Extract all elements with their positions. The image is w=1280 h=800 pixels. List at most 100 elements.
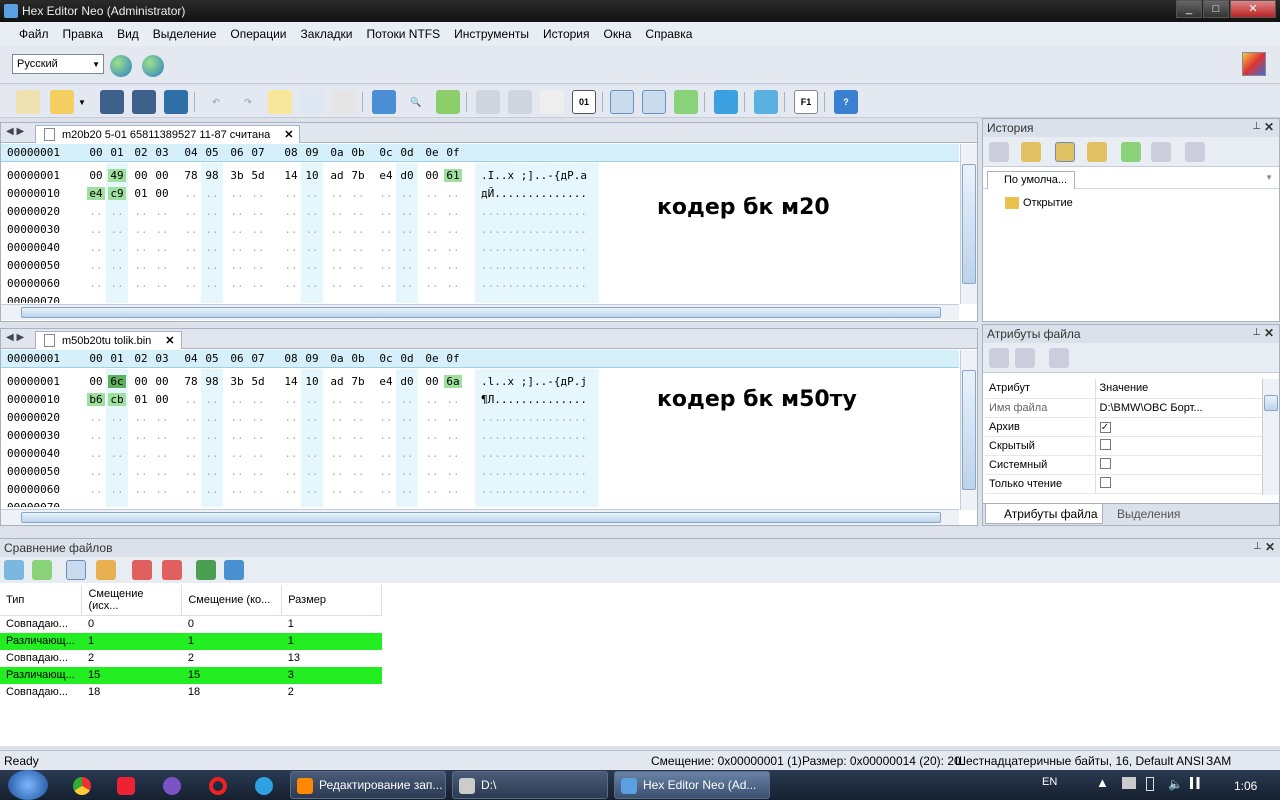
hex-byte[interactable]: .. <box>328 393 346 406</box>
menu-help[interactable]: Справка <box>645 27 692 41</box>
menu-view[interactable]: Вид <box>117 27 139 41</box>
hex-byte[interactable]: .. <box>132 483 150 496</box>
hex-byte[interactable]: .. <box>108 205 126 218</box>
help-book-icon[interactable]: ? <box>834 90 858 114</box>
task-browser[interactable]: Редактирование зап... <box>290 771 446 799</box>
hex-byte[interactable]: .. <box>398 223 416 236</box>
hex-byte[interactable]: .. <box>203 223 221 236</box>
hex-byte[interactable]: .. <box>377 205 395 218</box>
keyboard-language[interactable]: EN <box>1042 776 1057 788</box>
ascii-text[interactable]: ................ <box>481 259 587 272</box>
save-as-icon[interactable] <box>164 90 188 114</box>
hex-byte[interactable]: .. <box>398 187 416 200</box>
hex-byte[interactable]: .. <box>349 483 367 496</box>
hex-byte[interactable]: .. <box>328 241 346 254</box>
hex-byte[interactable]: .. <box>108 501 126 507</box>
clock[interactable]: 1:06 <box>1234 779 1257 793</box>
hex-byte[interactable]: .. <box>249 447 267 460</box>
hex-byte[interactable]: 98 <box>203 375 221 388</box>
hex-byte[interactable]: .. <box>444 411 462 424</box>
menu-edit[interactable]: Правка <box>63 27 104 41</box>
hex-byte[interactable]: .. <box>228 223 246 236</box>
hex-byte[interactable]: e4 <box>87 187 105 200</box>
hex-byte[interactable]: 6a <box>444 375 462 388</box>
tab-nav-arrows-icon[interactable]: ◀ ▶ <box>6 332 24 343</box>
hex-byte[interactable]: .. <box>182 205 200 218</box>
f1-help-icon[interactable]: F1 <box>794 90 818 114</box>
battery-icon[interactable] <box>1146 777 1154 791</box>
hex-byte[interactable]: .. <box>182 295 200 303</box>
hex-byte[interactable]: 10 <box>303 169 321 182</box>
hex-byte[interactable]: .. <box>249 205 267 218</box>
hex-byte[interactable]: .. <box>282 483 300 496</box>
hex-byte[interactable]: .. <box>303 447 321 460</box>
ascii-text[interactable]: ................ <box>481 295 587 303</box>
hex-byte[interactable]: .. <box>228 259 246 272</box>
chevron-down-icon[interactable]: ▼ <box>76 90 88 114</box>
edit-notes-icon[interactable] <box>268 90 292 114</box>
hex-byte[interactable]: 00 <box>423 169 441 182</box>
compare-next-icon[interactable] <box>162 560 182 580</box>
compare-export-icon[interactable] <box>32 560 52 580</box>
hex-byte[interactable]: .. <box>153 501 171 507</box>
hex-byte[interactable]: 7b <box>349 169 367 182</box>
hex-byte[interactable]: .. <box>87 465 105 478</box>
hex-byte[interactable]: .. <box>203 187 221 200</box>
app-red-icon[interactable] <box>117 777 135 795</box>
task-explorer[interactable]: D:\ <box>452 771 608 799</box>
hex-byte[interactable]: .. <box>444 447 462 460</box>
hex-byte[interactable]: .. <box>132 465 150 478</box>
hex-byte[interactable]: .. <box>108 259 126 272</box>
hex-byte[interactable]: .. <box>423 295 441 303</box>
hex-byte[interactable]: .. <box>87 483 105 496</box>
hex-byte[interactable]: .. <box>182 223 200 236</box>
hex-byte[interactable]: .. <box>228 429 246 442</box>
hex-byte[interactable]: .. <box>444 259 462 272</box>
attr-value[interactable]: D:\BMW\OBC Борт... <box>1095 398 1265 418</box>
hex-byte[interactable]: .. <box>377 483 395 496</box>
structure-icon[interactable] <box>508 90 532 114</box>
hex-byte[interactable]: .. <box>303 205 321 218</box>
hex-byte[interactable]: .. <box>228 501 246 507</box>
save-icon[interactable] <box>100 90 124 114</box>
archive-checkbox[interactable]: ✓ <box>1099 421 1111 433</box>
compare-swap-icon[interactable] <box>224 560 244 580</box>
menu-history[interactable]: История <box>543 27 590 41</box>
hex-byte[interactable]: .. <box>153 429 171 442</box>
hex-byte[interactable]: .. <box>282 187 300 200</box>
hex-byte[interactable]: .. <box>228 465 246 478</box>
hex-byte[interactable]: .. <box>87 295 105 303</box>
hex-byte[interactable]: 00 <box>153 375 171 388</box>
horizontal-scrollbar[interactable] <box>1 304 959 320</box>
viber-icon[interactable] <box>163 777 181 795</box>
history-clear-icon[interactable] <box>1185 142 1205 162</box>
hex-byte[interactable]: .. <box>303 429 321 442</box>
add-language-globe-icon[interactable] <box>110 55 132 77</box>
hex-byte[interactable]: .. <box>182 429 200 442</box>
start-button[interactable] <box>8 770 48 800</box>
hex-byte[interactable]: .. <box>282 465 300 478</box>
hex-byte[interactable]: .. <box>444 223 462 236</box>
layout-text-icon[interactable] <box>642 90 666 114</box>
hex-byte[interactable]: .. <box>423 205 441 218</box>
hex-byte[interactable]: .. <box>182 501 200 507</box>
hex-byte[interactable]: .. <box>303 295 321 303</box>
menu-ntfs-streams[interactable]: Потоки NTFS <box>366 27 440 41</box>
hex-byte[interactable]: .. <box>153 483 171 496</box>
hex-byte[interactable]: .. <box>328 205 346 218</box>
hex-byte[interactable]: .. <box>398 393 416 406</box>
hex-byte[interactable]: .. <box>249 259 267 272</box>
hex-byte[interactable]: .. <box>423 483 441 496</box>
vertical-scrollbar[interactable] <box>1262 379 1279 495</box>
hex-byte[interactable]: 61 <box>444 169 462 182</box>
hex-byte[interactable]: .. <box>182 393 200 406</box>
hex-byte[interactable]: .. <box>423 501 441 507</box>
hex-byte[interactable]: .. <box>228 411 246 424</box>
ascii-text[interactable]: дЙ.............. <box>481 187 587 200</box>
hex-byte[interactable]: .. <box>349 205 367 218</box>
hex-byte[interactable]: .. <box>203 465 221 478</box>
hex-byte[interactable]: .. <box>328 295 346 303</box>
hex-byte[interactable]: .. <box>203 393 221 406</box>
ascii-text[interactable]: ¶Л.............. <box>481 393 587 406</box>
hex-byte[interactable]: 5d <box>249 169 267 182</box>
